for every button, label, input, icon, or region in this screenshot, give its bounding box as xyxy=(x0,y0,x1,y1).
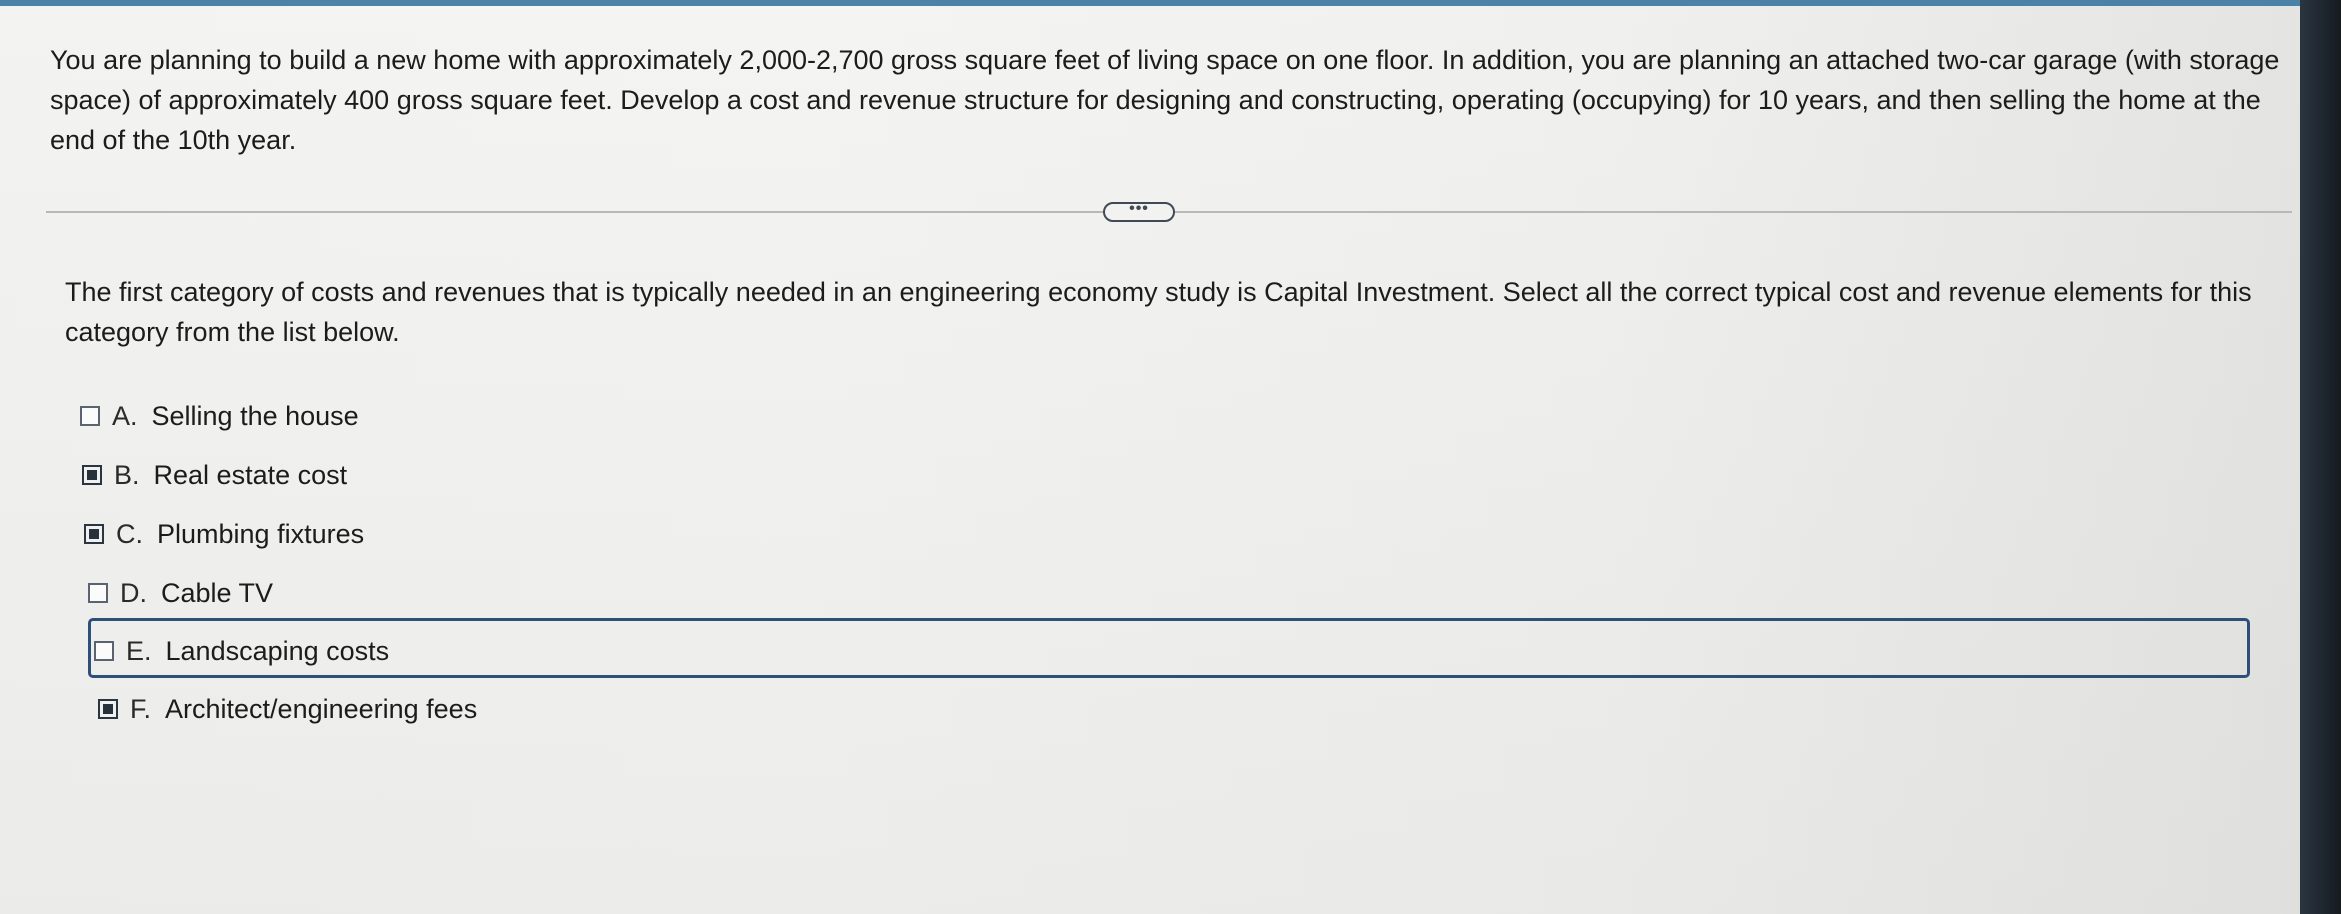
option-label-d: Cable TV xyxy=(161,577,274,608)
option-e[interactable]: E. Landscaping costs xyxy=(94,631,389,671)
option-b[interactable]: B. Real estate cost xyxy=(82,455,347,495)
option-letter-d: D. xyxy=(120,577,147,608)
checkbox-b[interactable] xyxy=(82,465,102,485)
option-c[interactable]: C. Plumbing fixtures xyxy=(84,514,364,554)
option-letter-b: B. xyxy=(114,459,140,490)
option-label-e: Landscaping costs xyxy=(165,635,390,666)
checkbox-f[interactable] xyxy=(98,699,118,719)
checkbox-e[interactable] xyxy=(94,641,114,661)
checkbox-a[interactable] xyxy=(80,406,100,426)
screen-bezel xyxy=(2300,0,2341,914)
option-letter-a: A. xyxy=(112,400,138,431)
option-label-c: Plumbing fixtures xyxy=(157,518,365,549)
question-prompt: The first category of costs and revenues… xyxy=(65,277,2252,347)
option-label-a: Selling the house xyxy=(151,400,359,431)
focused-option-outline xyxy=(88,618,2250,678)
option-label-f: Architect/engineering fees xyxy=(165,693,478,724)
expand-button[interactable]: ••• xyxy=(1103,201,1175,222)
option-a[interactable]: A. Selling the house xyxy=(80,396,359,436)
checkbox-c[interactable] xyxy=(84,524,104,544)
option-letter-c: C. xyxy=(116,518,143,549)
checkbox-d[interactable] xyxy=(88,583,108,603)
option-letter-e: E. xyxy=(126,635,152,666)
option-d[interactable]: D. Cable TV xyxy=(88,573,273,613)
option-label-b: Real estate cost xyxy=(153,459,348,490)
option-f[interactable]: F. Architect/engineering fees xyxy=(98,689,477,729)
quiz-screen: You are planning to build a new home wit… xyxy=(0,0,2300,914)
problem-statement: You are planning to build a new home wit… xyxy=(50,45,2280,155)
option-letter-f: F. xyxy=(130,693,152,724)
